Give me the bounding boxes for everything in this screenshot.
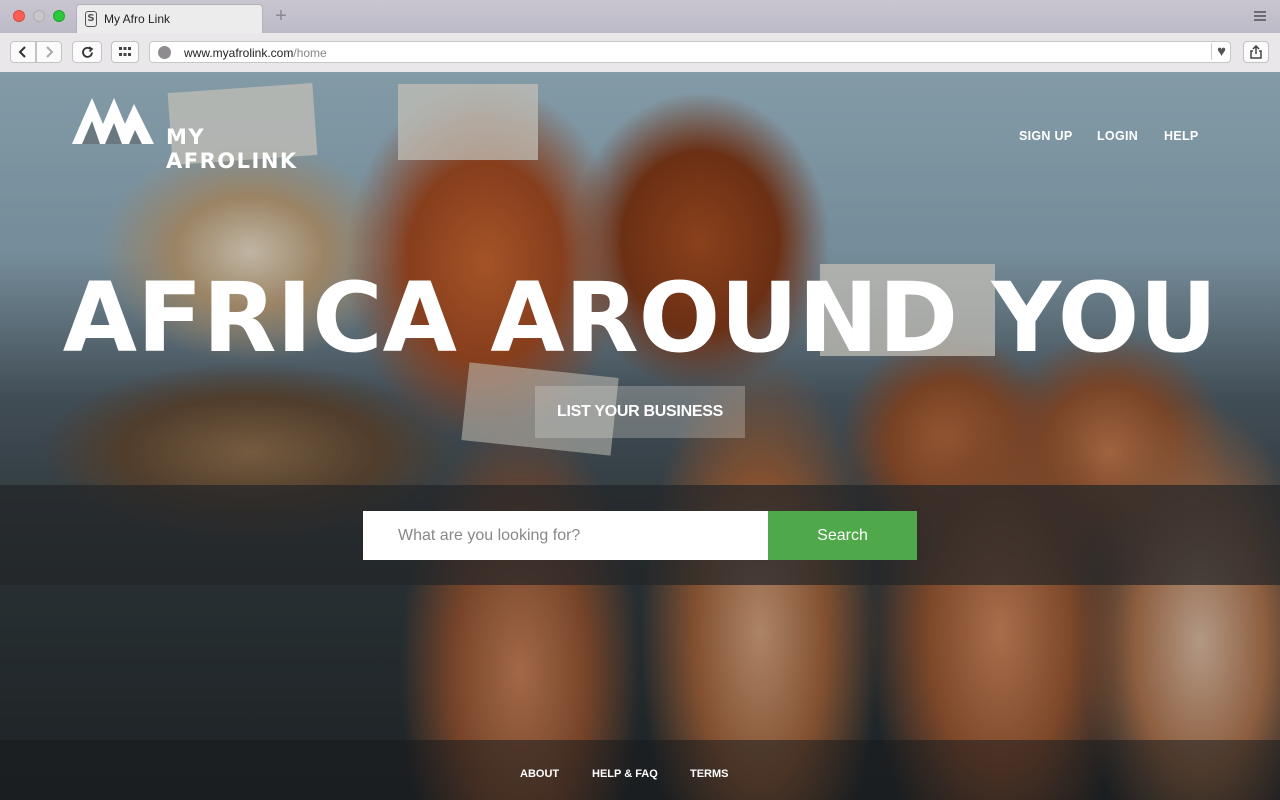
url-text: www.myafrolink.com/home (184, 46, 327, 60)
web-page: MY AFROLINK SIGN UP LOGIN HELP AFRICA AR… (0, 72, 1280, 800)
browser-tab[interactable]: S My Afro Link (76, 4, 263, 33)
nav-help-link[interactable]: HELP (1164, 129, 1199, 143)
footer-terms-link[interactable]: TERMS (690, 768, 729, 780)
footer-about-link[interactable]: ABOUT (520, 768, 559, 780)
minimize-window-button[interactable] (33, 10, 45, 22)
zoom-window-button[interactable] (53, 10, 65, 22)
tab-bar: S My Afro Link + (0, 0, 1280, 33)
tab-overview-icon[interactable] (1254, 11, 1266, 21)
share-button[interactable] (1243, 41, 1269, 63)
address-bar[interactable]: www.myafrolink.com/home ♥ (149, 41, 1231, 63)
url-path: /home (293, 46, 327, 60)
hero-title: AFRICA AROUND YOU (62, 262, 1218, 374)
search-input[interactable] (363, 511, 768, 560)
chevron-left-icon (18, 46, 26, 58)
site-identity-icon (158, 46, 171, 59)
reload-button[interactable] (72, 41, 102, 63)
heart-icon[interactable]: ♥ (1211, 43, 1226, 60)
url-domain: www.myafrolink.com (184, 46, 294, 60)
list-your-business-button[interactable]: LIST YOUR BUSINESS (535, 386, 745, 438)
close-window-button[interactable] (13, 10, 25, 22)
share-icon (1250, 44, 1262, 59)
reload-icon (81, 46, 93, 58)
tabs-grid-button[interactable] (111, 41, 139, 63)
chevron-right-icon (46, 46, 54, 58)
grid-icon (119, 47, 131, 56)
logo-text: MY AFROLINK (166, 125, 298, 173)
search-button[interactable]: Search (768, 511, 917, 560)
mountain-logo-icon (72, 98, 154, 144)
site-favicon-icon: S (85, 11, 97, 27)
footer-help-faq-link[interactable]: HELP & FAQ (592, 768, 658, 780)
nav-sign-up-link[interactable]: SIGN UP (1019, 129, 1073, 143)
new-tab-button[interactable]: + (272, 6, 290, 26)
forward-button[interactable] (36, 41, 62, 63)
site-logo[interactable]: MY AFROLINK (72, 96, 332, 173)
browser-chrome: S My Afro Link + www.myafrolink.com/home… (0, 0, 1280, 72)
nav-login-link[interactable]: LOGIN (1097, 129, 1138, 143)
tab-title: My Afro Link (104, 12, 171, 26)
back-button[interactable] (10, 41, 36, 63)
browser-toolbar: www.myafrolink.com/home ♥ (0, 33, 1280, 72)
